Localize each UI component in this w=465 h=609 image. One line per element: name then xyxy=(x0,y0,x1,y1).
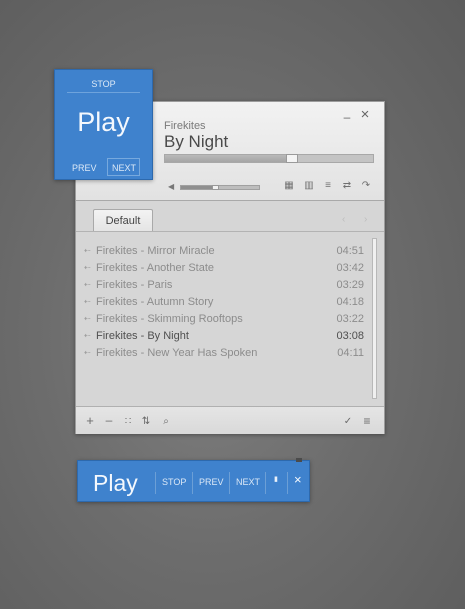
track-bullet-icon: ⇠ xyxy=(84,263,91,272)
track-row[interactable]: ⇠ Firekites - Autumn Story 04:18 xyxy=(84,296,364,313)
track-name: Firekites - Another State xyxy=(96,262,214,274)
widget-divider xyxy=(67,92,140,93)
track-bullet-icon: ⇠ xyxy=(84,246,91,255)
search-icon[interactable]: ⌕ xyxy=(160,416,172,427)
close-button[interactable]: × xyxy=(359,107,371,122)
next-button[interactable]: NEXT xyxy=(112,163,136,173)
minimize-button[interactable]: – xyxy=(341,111,353,123)
volume-slider[interactable] xyxy=(180,185,260,190)
track-name: Firekites - Autumn Story xyxy=(96,296,214,308)
seek-handle[interactable] xyxy=(286,154,298,163)
sort-icon[interactable]: ⇅ xyxy=(140,416,152,427)
bar-play-button[interactable]: Play xyxy=(93,470,138,497)
volume-handle[interactable] xyxy=(212,185,219,190)
mini-play-widget: STOP Play PREV NEXT xyxy=(54,69,153,180)
track-row[interactable]: ⇠ Firekites - Another State 03:42 xyxy=(84,262,364,279)
tab-default[interactable]: Default xyxy=(93,209,153,232)
track-bullet-icon: ⇠ xyxy=(84,280,91,289)
check-icon[interactable]: ✓ xyxy=(342,416,354,427)
track-name: Firekites - Mirror Miracle xyxy=(96,245,215,257)
seek-progress-fill xyxy=(165,155,292,162)
bar-divider xyxy=(265,472,266,494)
track-name: Firekites - By Night xyxy=(96,330,189,342)
menu-icon[interactable]: ≡ xyxy=(361,414,373,428)
track-duration: 03:08 xyxy=(336,330,364,342)
bar-stop-button[interactable]: STOP xyxy=(162,477,186,487)
add-track-icon[interactable]: + xyxy=(84,413,96,428)
track-name: Firekites - Skimming Rooftops xyxy=(96,313,243,325)
mini-control-bar: Play STOP PREV NEXT ▮ × xyxy=(77,458,310,502)
speaker-icon[interactable]: ◀ xyxy=(168,182,174,191)
track-bullet-icon: ⇠ xyxy=(84,314,91,323)
track-duration: 03:29 xyxy=(336,279,364,291)
volume-level-fill xyxy=(181,186,215,189)
track-bullet-icon: ⇠ xyxy=(84,331,91,340)
playlist-scrollbar[interactable] xyxy=(372,238,377,399)
track-duration: 03:22 xyxy=(336,313,364,325)
track-list: ⇠ Firekites - Mirror Miracle 04:51 ⇠ Firekit… xyxy=(84,245,364,364)
current-song-title: By Night xyxy=(164,132,229,151)
compact-mode-icon[interactable]: ▮ xyxy=(274,475,282,483)
next-tab-arrow-icon[interactable]: › xyxy=(364,214,367,225)
bar-next-button[interactable]: NEXT xyxy=(236,477,260,487)
play-button[interactable]: Play xyxy=(55,107,152,138)
bar-close-button[interactable]: × xyxy=(294,472,302,487)
track-bullet-icon: ⇠ xyxy=(84,297,91,306)
export-icon[interactable]: ↷ xyxy=(360,180,372,191)
track-name: Firekites - New Year Has Spoken xyxy=(96,347,258,359)
bar-grip-handle[interactable] xyxy=(296,458,302,462)
track-row[interactable]: ⇠ Firekites - Skimming Rooftops 03:22 xyxy=(84,313,364,330)
remove-track-icon[interactable]: – xyxy=(103,413,115,427)
track-duration: 04:18 xyxy=(336,296,364,308)
track-row[interactable]: ⇠ Firekites - Mirror Miracle 04:51 xyxy=(84,245,364,262)
visualizer-icon[interactable]: ▥ xyxy=(303,180,315,191)
bar-divider xyxy=(287,472,288,494)
track-row[interactable]: ⇠ Firekites - By Night 03:08 xyxy=(84,330,364,347)
playlist-footer: + – ∷ ⇅ ⌕ ✓ ≡ xyxy=(76,406,384,434)
track-bullet-icon: ⇠ xyxy=(84,348,91,357)
seek-bar[interactable] xyxy=(164,154,374,163)
current-artist: Firekites xyxy=(164,120,206,132)
bar-prev-button[interactable]: PREV xyxy=(199,477,224,487)
prev-button[interactable]: PREV xyxy=(72,163,97,173)
repeat-icon[interactable]: ⇄ xyxy=(341,180,353,191)
bar-divider xyxy=(229,472,230,494)
stop-button[interactable]: STOP xyxy=(55,79,152,89)
track-row[interactable]: ⇠ Firekites - Paris 03:29 xyxy=(84,279,364,296)
select-all-icon[interactable]: ∷ xyxy=(122,416,134,427)
track-duration: 04:51 xyxy=(336,245,364,257)
track-duration: 04:11 xyxy=(337,347,364,359)
track-name: Firekites - Paris xyxy=(96,279,173,291)
bar-divider xyxy=(192,472,193,494)
playlist-icon[interactable]: ≡ xyxy=(322,180,334,191)
track-row[interactable]: ⇠ Firekites - New Year Has Spoken 04:11 xyxy=(84,347,364,364)
tab-divider xyxy=(76,231,384,232)
bar-divider xyxy=(155,472,156,494)
equalizer-icon[interactable]: ▦ xyxy=(283,180,295,191)
prev-tab-arrow-icon[interactable]: ‹ xyxy=(342,214,345,225)
track-duration: 03:42 xyxy=(336,262,364,274)
